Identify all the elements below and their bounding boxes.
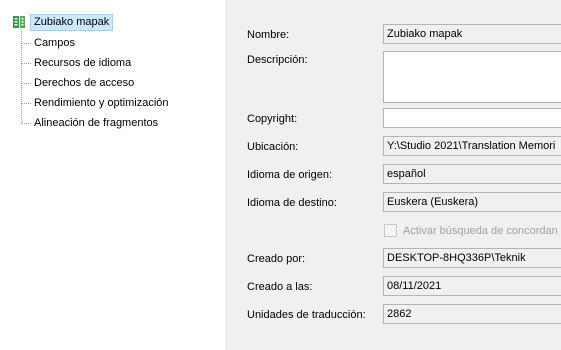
tree-item-label: Recursos de idioma — [34, 57, 132, 69]
name-field[interactable]: Zubiako mapak — [383, 24, 561, 44]
created-by-field[interactable]: DESKTOP-8HQ336P\Teknik — [383, 248, 561, 268]
tree-item-recursos[interactable]: Recursos de idioma — [21, 55, 131, 71]
tree-item-label: Alineación de fragmentos — [34, 117, 159, 129]
units-label: Unidades de traducción: — [247, 309, 366, 321]
checkbox-box[interactable] — [384, 224, 397, 237]
source-language-label: Idioma de origen: — [247, 169, 332, 181]
created-at-label: Creado a las: — [247, 281, 313, 293]
location-label: Ubicación: — [247, 141, 299, 153]
description-field[interactable] — [383, 51, 561, 103]
units-field[interactable]: 2862 — [383, 304, 561, 324]
description-label: Descripción: — [247, 54, 308, 66]
source-language-field[interactable]: español — [383, 164, 561, 184]
copyright-field[interactable] — [383, 108, 561, 128]
location-field[interactable]: Y:\Studio 2021\Translation Memori — [383, 136, 561, 156]
tree-item-root[interactable]: Zubiako mapak — [12, 13, 114, 31]
settings-tree: Zubiako mapak Campos Recursos de idioma … — [0, 0, 226, 350]
name-label: Nombre: — [247, 29, 290, 41]
created-at-field[interactable]: 08/11/2021 — [383, 276, 561, 296]
tree-item-label: Campos — [34, 37, 75, 49]
concordance-checkbox[interactable]: Activar búsqueda de concordan — [384, 224, 558, 237]
target-language-field[interactable]: Euskera (Euskera) — [383, 192, 561, 212]
properties-panel: Nombre: Zubiako mapak Descripción: Copyr… — [227, 0, 561, 350]
copyright-label: Copyright: — [247, 113, 298, 125]
tree-item-rendimiento[interactable]: Rendimiento y optimización — [21, 95, 169, 111]
tree-item-label: Rendimiento y optimización — [34, 97, 169, 109]
concordance-checkbox-label: Activar búsqueda de concordan — [403, 224, 558, 237]
translation-memory-icon — [12, 15, 26, 29]
tree-item-label: Derechos de acceso — [34, 77, 135, 89]
tree-item-root-label: Zubiako mapak — [30, 13, 114, 31]
target-language-label: Idioma de destino: — [247, 197, 337, 209]
tree-item-derechos[interactable]: Derechos de acceso — [21, 75, 134, 91]
created-by-label: Creado por: — [247, 253, 306, 265]
tree-item-alineacion[interactable]: Alineación de fragmentos — [21, 115, 158, 131]
tree-item-campos[interactable]: Campos — [21, 35, 75, 51]
